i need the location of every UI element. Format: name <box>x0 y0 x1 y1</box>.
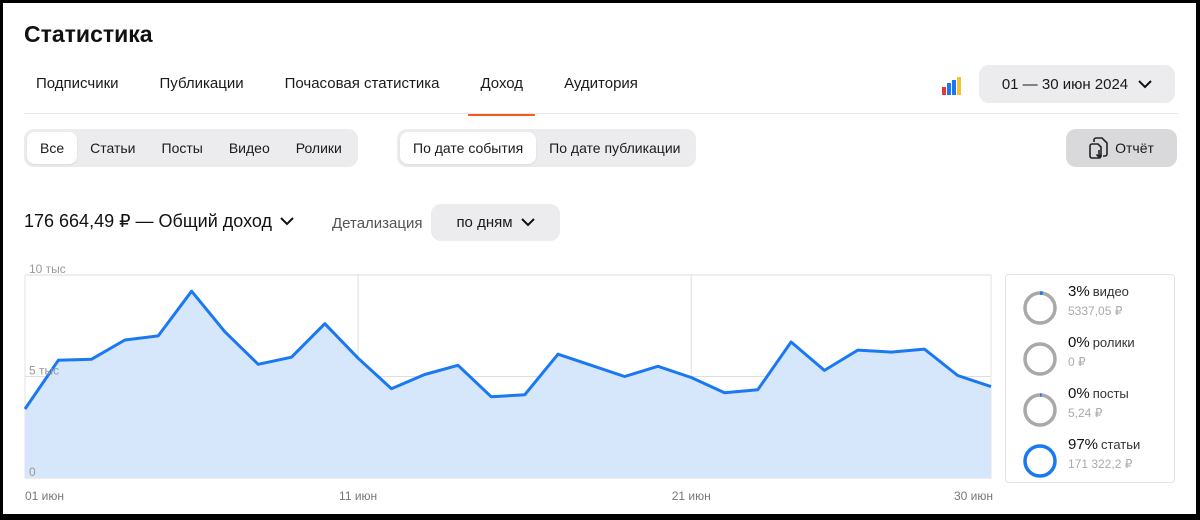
total-income-label: 176 664,49 ₽ — Общий доход <box>24 211 273 231</box>
chevron-down-icon <box>280 217 294 226</box>
x-tick-label: 30 июн <box>954 489 993 503</box>
legend-label: ролики <box>1092 335 1135 350</box>
date-range-label: 01 — 30 июн 2024 <box>1001 75 1129 93</box>
x-tick-label: 21 июн <box>672 489 711 503</box>
legend-label: видео <box>1092 284 1129 299</box>
filter-by-event-date[interactable]: По дате события <box>400 132 537 164</box>
date-range-picker[interactable]: 01 — 30 июн 2024 <box>979 65 1175 103</box>
bar-chart-brand-icon <box>942 77 961 95</box>
total-income-selector[interactable]: 176 664,49 ₽ — Общий доход <box>24 211 294 232</box>
legend-amount: 171 322,2 ₽ <box>1068 457 1133 471</box>
ring-video <box>1023 291 1057 325</box>
x-tick-label: 01 июн <box>25 489 64 503</box>
chevron-down-icon <box>1138 79 1152 88</box>
legend-pct: 97% <box>1068 436 1099 453</box>
filter-articles[interactable]: Статьи <box>77 132 148 164</box>
tab-subscribers[interactable]: Подписчики <box>24 63 131 116</box>
legend-item-posts: 0% посты 5,24 ₽ <box>1022 385 1129 428</box>
y-tick-label: 5 тыс <box>29 364 59 378</box>
tab-publications[interactable]: Публикации <box>148 63 256 116</box>
date-basis-filter: По дате события По дате публикации <box>397 129 697 167</box>
chevron-down-icon <box>520 218 535 227</box>
filter-videos[interactable]: Видео <box>216 132 283 164</box>
income-chart: 10 тыс 5 тыс 0 01 июн 11 июн 21 июн 30 июн <box>23 262 993 503</box>
legend-amount: 0 ₽ <box>1068 355 1086 369</box>
ring-track <box>1023 291 1057 325</box>
ring-track <box>1023 342 1057 376</box>
legend-pct: 0% <box>1068 334 1090 351</box>
ring-posts <box>1023 393 1057 427</box>
ring-shorts <box>1023 342 1057 376</box>
detail-label: Детализация <box>332 215 423 232</box>
report-button[interactable]: Отчёт <box>1066 129 1177 167</box>
filter-all[interactable]: Все <box>27 132 78 164</box>
download-report-icon <box>1089 137 1108 159</box>
tab-hourly-stats[interactable]: Почасовая статистика <box>273 63 452 116</box>
page-title: Статистика <box>24 21 153 47</box>
ring-track <box>1023 393 1057 427</box>
detail-value: по дням <box>456 214 513 231</box>
report-button-label: Отчёт <box>1115 140 1154 156</box>
ring-articles <box>1023 444 1057 478</box>
legend-label: статьи <box>1101 437 1141 452</box>
y-tick-label: 0 <box>29 465 36 479</box>
tab-income[interactable]: Доход <box>468 63 535 116</box>
tab-audience[interactable]: Аудитория <box>552 63 650 116</box>
filter-by-publication-date[interactable]: По дате публикации <box>536 132 693 164</box>
legend-item-articles: 97% статьи 171 322,2 ₽ <box>1022 436 1140 479</box>
legend-amount: 5,24 ₽ <box>1068 406 1103 420</box>
ring-track <box>1023 444 1057 478</box>
legend-item-shorts: 0% ролики 0 ₽ <box>1022 334 1135 377</box>
detail-dropdown[interactable]: по дням <box>431 204 560 241</box>
legend-pct: 0% <box>1068 385 1090 402</box>
stats-tabs: Подписчики Публикации Почасовая статисти… <box>24 63 667 116</box>
legend-item-video: 3% видео 5337,05 ₽ <box>1022 283 1129 326</box>
filter-posts[interactable]: Посты <box>149 132 216 164</box>
y-tick-label: 10 тыс <box>29 262 66 276</box>
legend-pct: 3% <box>1068 283 1090 300</box>
content-type-filter: Все Статьи Посты Видео Ролики <box>24 129 358 167</box>
income-breakdown-legend: 3% видео 5337,05 ₽ 0% ролики 0 ₽ 0% посты 5… <box>1005 274 1175 483</box>
legend-amount: 5337,05 ₽ <box>1068 304 1123 318</box>
filter-shorts[interactable]: Ролики <box>283 132 355 164</box>
tabs-divider <box>24 113 1178 114</box>
x-tick-label: 11 июн <box>339 489 377 503</box>
legend-label: посты <box>1092 386 1129 401</box>
statistics-page: Статистика Подписчики Публикации Почасов… <box>3 3 1196 514</box>
